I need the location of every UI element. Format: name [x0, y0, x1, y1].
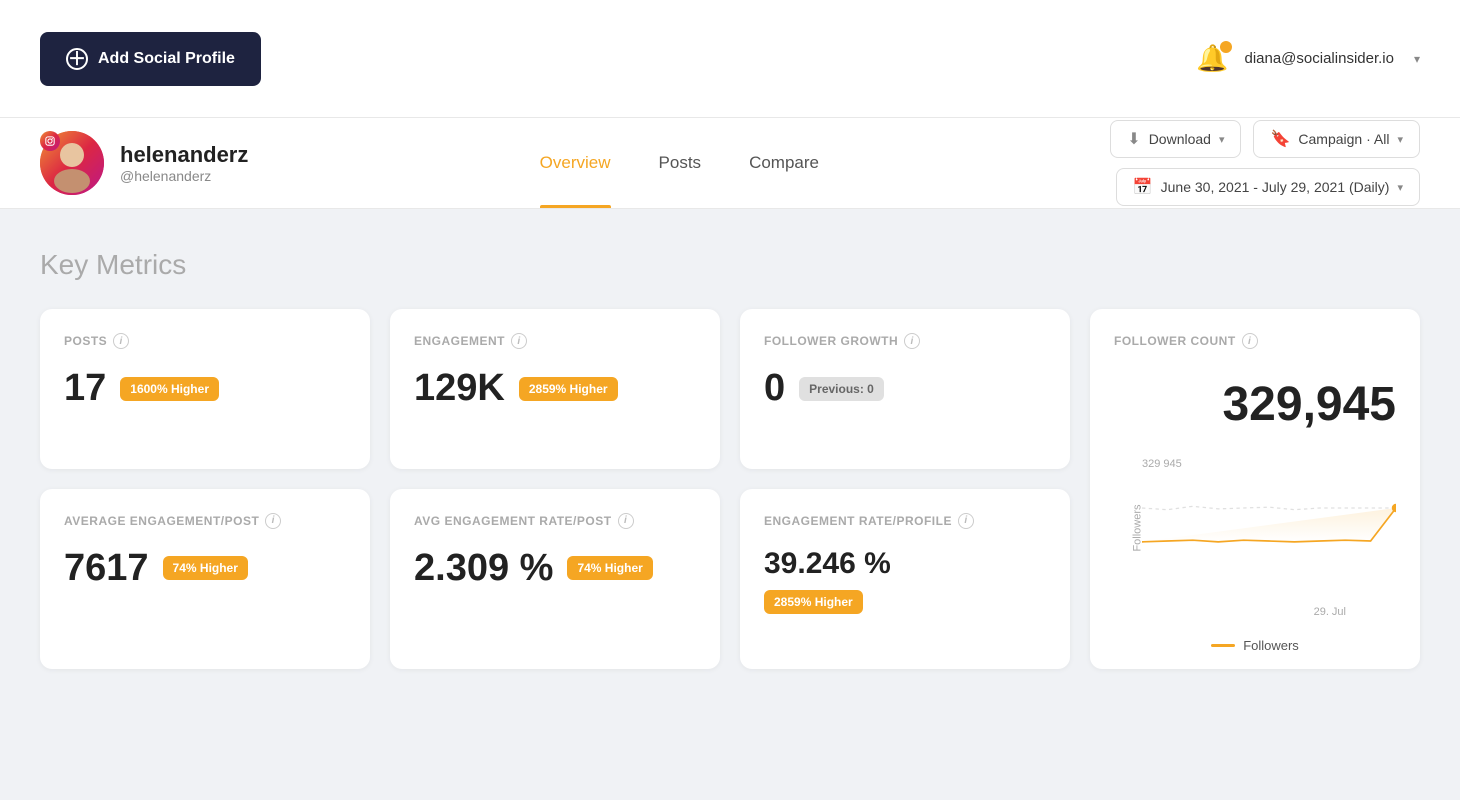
profile-avatar-wrap: [40, 131, 104, 195]
download-label: Download: [1149, 131, 1211, 147]
metric-label-engagement: ENGAGEMENT i: [414, 333, 696, 349]
metric-label-engagement-rate-profile: ENGAGEMENT RATE/PROFILE i: [764, 513, 1046, 529]
info-icon-engagement[interactable]: i: [511, 333, 527, 349]
metric-label-posts: POSTS i: [64, 333, 346, 349]
chart-x-label: 29. Jul: [1314, 606, 1346, 618]
metric-card-avg-engagement: AVERAGE ENGAGEMENT/POST i 7617 74% Highe…: [40, 489, 370, 670]
legend-line: [1211, 644, 1235, 647]
metric-badge-posts: 1600% Higher: [120, 377, 219, 401]
chart-inner: 329 945 29. J: [1142, 448, 1396, 598]
metric-value-row-engagement-rate-profile: 39.246 %: [764, 547, 1046, 581]
metric-card-engagement: ENGAGEMENT i 129K 2859% Higher: [390, 309, 720, 469]
metric-badge-row-engagement-rate-profile: 2859% Higher: [764, 593, 1046, 611]
metric-value-row-avg-engagement: 7617 74% Higher: [64, 547, 346, 590]
metric-card-engagement-rate-profile: ENGAGEMENT RATE/PROFILE i 39.246 % 2859%…: [740, 489, 1070, 670]
info-icon-avg-engagement-rate[interactable]: i: [618, 513, 634, 529]
metric-card-follower-growth: FOLLOWER GROWTH i 0 Previous: 0: [740, 309, 1070, 469]
download-icon: ⬇: [1127, 129, 1140, 149]
action-row-1: ⬇ Download ▾ 🔖 Campaign · All ▾: [1110, 120, 1420, 158]
instagram-badge: [40, 131, 60, 151]
metrics-grid: POSTS i 17 1600% Higher ENGAGEMENT i 129…: [40, 309, 1420, 669]
chart-legend: Followers: [1114, 638, 1396, 653]
metric-value-row-posts: 17 1600% Higher: [64, 367, 346, 410]
follower-chart-area: Followers 329 945: [1114, 448, 1396, 608]
metric-value-avg-engagement: 7617: [64, 547, 149, 590]
metric-value-avg-engagement-rate: 2.309 %: [414, 547, 553, 590]
campaign-icon: 🔖: [1270, 129, 1290, 149]
date-range-label: June 30, 2021 - July 29, 2021 (Daily): [1161, 179, 1390, 195]
profile-bar: helenanderz @helenanderz Overview Posts …: [0, 118, 1460, 209]
section-title: Key Metrics: [40, 249, 1420, 281]
tab-posts[interactable]: Posts: [635, 118, 726, 208]
info-icon-follower-growth[interactable]: i: [904, 333, 920, 349]
metric-badge-engagement: 2859% Higher: [519, 377, 618, 401]
metric-value-follower-growth: 0: [764, 367, 785, 410]
plus-icon: ＋: [66, 48, 88, 70]
date-range-button[interactable]: 📅 June 30, 2021 - July 29, 2021 (Daily) …: [1116, 168, 1420, 206]
metric-label-follower-count: FOLLOWER COUNT i: [1114, 333, 1396, 349]
metric-badge-follower-growth: Previous: 0: [799, 377, 884, 401]
info-icon-engagement-rate-profile[interactable]: i: [958, 513, 974, 529]
calendar-icon: 📅: [1133, 177, 1153, 197]
metric-card-follower-count: FOLLOWER COUNT i 329,945 Followers 329 9…: [1090, 309, 1420, 669]
metric-value-posts: 17: [64, 367, 106, 410]
main-content: Key Metrics POSTS i 17 1600% Higher ENGA…: [0, 209, 1460, 709]
date-dropdown-arrow: ▾: [1397, 181, 1403, 194]
profile-handle: @helenanderz: [120, 168, 248, 184]
tab-compare[interactable]: Compare: [725, 118, 843, 208]
topbar: ＋ Add Social Profile 🔔 diana@socialinsid…: [0, 0, 1460, 118]
campaign-label: Campaign · All: [1298, 131, 1389, 147]
profile-nav: Overview Posts Compare: [516, 118, 843, 208]
chart-line-value: 329 945: [1142, 458, 1182, 470]
download-button[interactable]: ⬇ Download ▾: [1110, 120, 1241, 158]
info-icon-follower-count[interactable]: i: [1242, 333, 1258, 349]
metric-label-follower-growth: FOLLOWER GROWTH i: [764, 333, 1046, 349]
metric-card-avg-engagement-rate: AVG ENGAGEMENT RATE/POST i 2.309 % 74% H…: [390, 489, 720, 670]
add-social-profile-button[interactable]: ＋ Add Social Profile: [40, 32, 261, 86]
follower-count-value: 329,945: [1114, 377, 1396, 432]
metric-value-engagement: 129K: [414, 367, 505, 410]
notification-bell[interactable]: 🔔: [1196, 43, 1228, 74]
download-dropdown-arrow: ▾: [1219, 133, 1225, 146]
metric-value-engagement-rate-profile: 39.246 %: [764, 547, 891, 581]
campaign-button[interactable]: 🔖 Campaign · All ▾: [1253, 120, 1420, 158]
profile-info: helenanderz @helenanderz: [120, 142, 248, 184]
metric-value-row-engagement: 129K 2859% Higher: [414, 367, 696, 410]
metric-label-avg-engagement: AVERAGE ENGAGEMENT/POST i: [64, 513, 346, 529]
profile-actions: ⬇ Download ▾ 🔖 Campaign · All ▾ 📅 June 3…: [1110, 120, 1420, 206]
topbar-right: 🔔 diana@socialinsider.io ▾: [1196, 43, 1420, 74]
info-icon-avg-engagement[interactable]: i: [265, 513, 281, 529]
notification-badge: [1220, 41, 1232, 53]
user-email: diana@socialinsider.io: [1244, 50, 1393, 67]
campaign-dropdown-arrow: ▾: [1397, 133, 1403, 146]
metric-value-row-avg-engagement-rate: 2.309 % 74% Higher: [414, 547, 696, 590]
metric-badge-avg-engagement-rate: 74% Higher: [567, 556, 652, 580]
legend-label: Followers: [1243, 638, 1299, 653]
metric-value-row-follower-growth: 0 Previous: 0: [764, 367, 1046, 410]
profile-name: helenanderz: [120, 142, 248, 168]
metric-label-avg-engagement-rate: AVG ENGAGEMENT RATE/POST i: [414, 513, 696, 529]
info-icon-posts[interactable]: i: [113, 333, 129, 349]
metric-badge-engagement-rate-profile: 2859% Higher: [764, 590, 863, 614]
metric-badge-avg-engagement: 74% Higher: [163, 556, 248, 580]
add-profile-label: Add Social Profile: [98, 50, 235, 68]
user-dropdown-arrow[interactable]: ▾: [1414, 52, 1420, 66]
tab-overview[interactable]: Overview: [516, 118, 635, 208]
profile-left: helenanderz @helenanderz: [40, 131, 248, 195]
metric-card-posts: POSTS i 17 1600% Higher: [40, 309, 370, 469]
action-row-2: 📅 June 30, 2021 - July 29, 2021 (Daily) …: [1116, 168, 1420, 206]
